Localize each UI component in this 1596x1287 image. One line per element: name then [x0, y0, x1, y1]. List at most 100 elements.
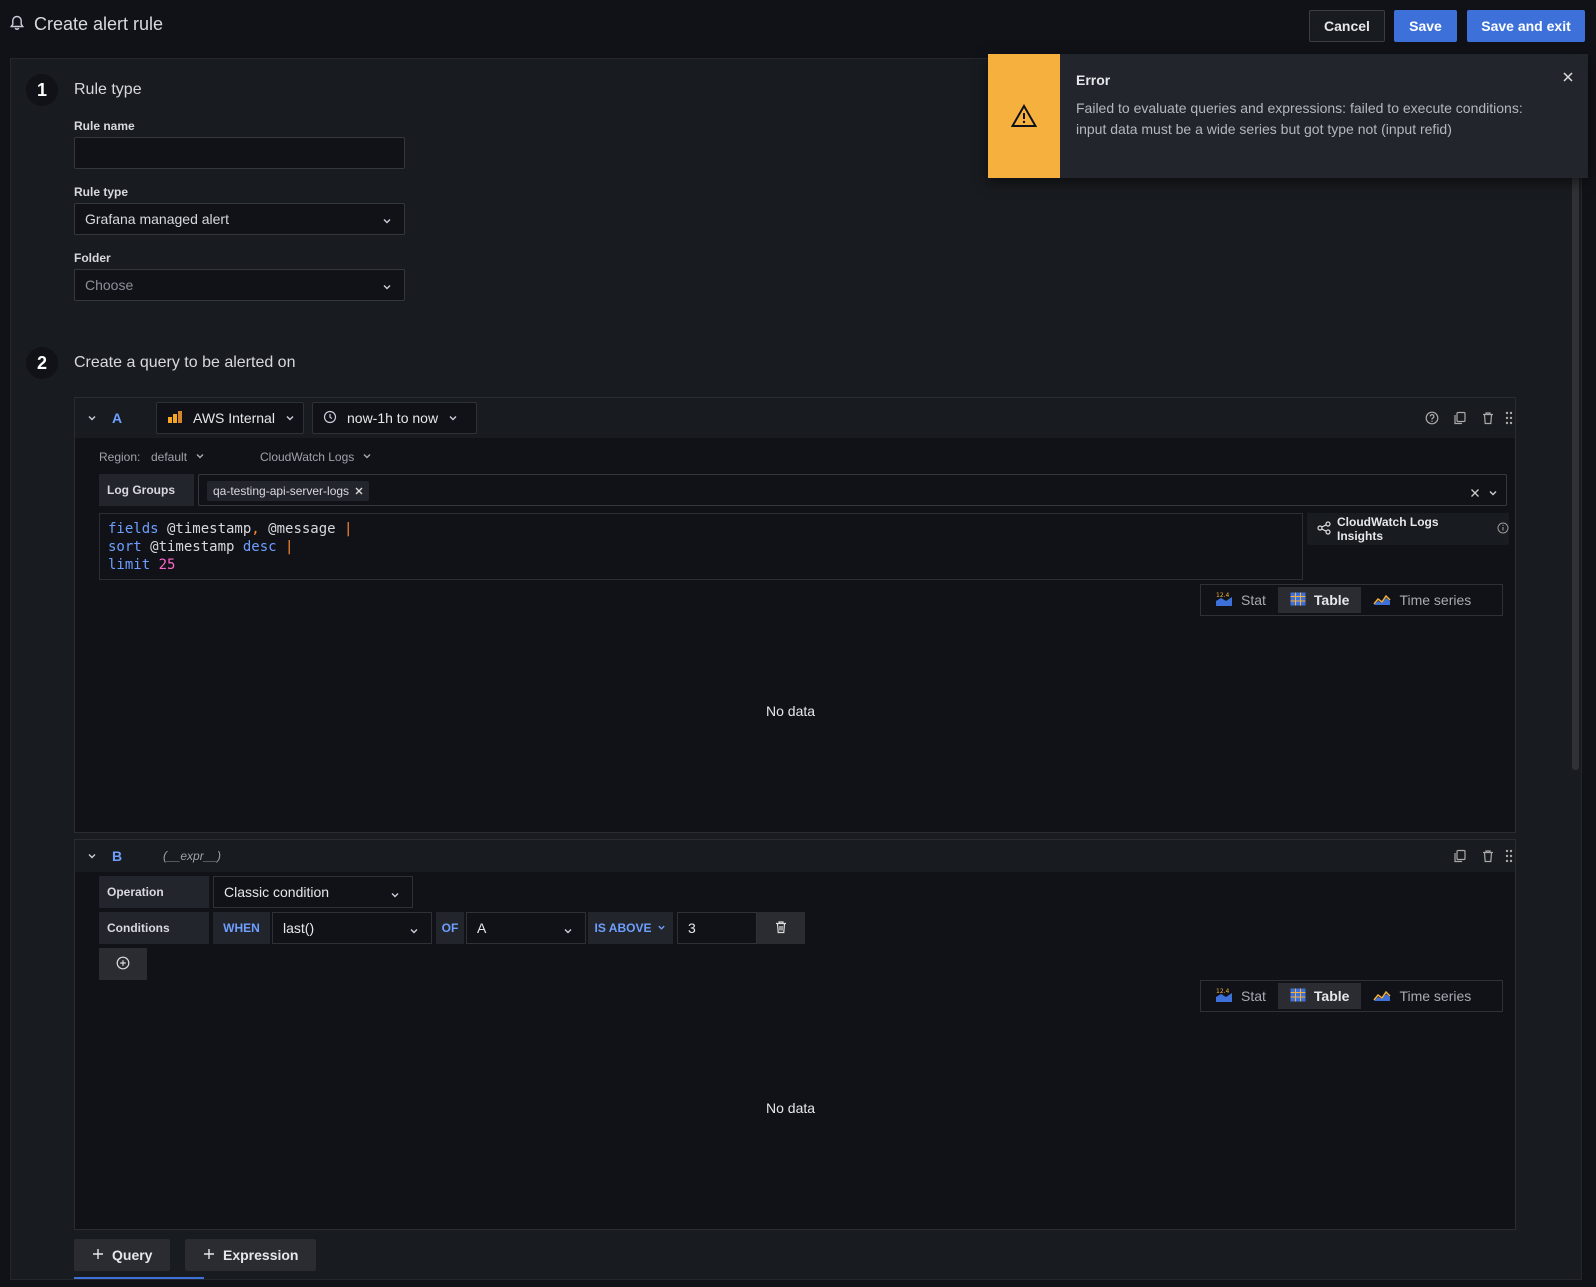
table-icon: [1290, 988, 1306, 1005]
add-condition-button[interactable]: [99, 948, 147, 980]
region-value: default: [151, 450, 188, 464]
viz-table-option[interactable]: Table: [1277, 983, 1362, 1009]
viz-stat-label: Stat: [1241, 592, 1266, 608]
viz-stat-label: Stat: [1241, 988, 1266, 1004]
time-range-value: now-1h to now: [347, 410, 439, 426]
query-b-refid[interactable]: B: [112, 848, 122, 864]
code-text: @timestamp: [141, 539, 243, 555]
duplicate-icon[interactable]: [1451, 409, 1469, 427]
step-2-title: Create a query to be alerted on: [74, 354, 296, 371]
time-range-picker[interactable]: now-1h to now: [312, 402, 477, 434]
add-expression-button[interactable]: Expression: [185, 1239, 317, 1271]
folder-label: Folder: [74, 251, 111, 265]
log-groups-input[interactable]: qa-testing-api-server-logs: [198, 474, 1507, 506]
warning-icon: [988, 54, 1060, 178]
plus-circle-icon: [116, 956, 130, 973]
chevron-down-icon: [657, 921, 666, 935]
log-group-tag-label: qa-testing-api-server-logs: [213, 484, 350, 498]
collapse-chevron-icon[interactable]: [83, 847, 101, 865]
cancel-button[interactable]: Cancel: [1309, 10, 1385, 42]
reducer-value: last(): [283, 920, 315, 936]
tab-indicator: [74, 1277, 204, 1279]
chevron-down-icon: [285, 410, 295, 426]
insights-link[interactable]: CloudWatch Logs Insights: [1307, 513, 1509, 545]
query-editor[interactable]: fields @timestamp, @message | sort @time…: [99, 513, 1303, 580]
folder-select[interactable]: Choose: [74, 269, 405, 301]
add-query-button[interactable]: Query: [74, 1239, 171, 1271]
reducer-select[interactable]: last(): [272, 912, 432, 944]
code-pipe: |: [344, 521, 353, 537]
code-keyword: limit: [108, 557, 151, 573]
table-icon: [1290, 592, 1306, 609]
scrollbar[interactable]: [1572, 170, 1579, 770]
add-expression-label: Expression: [223, 1247, 299, 1263]
query-b-header: [75, 840, 1515, 872]
help-icon[interactable]: [1423, 409, 1441, 427]
viz-stat-option[interactable]: 12.4 Stat: [1203, 587, 1278, 613]
remove-condition-button[interactable]: [757, 912, 805, 944]
clear-icon[interactable]: [1470, 485, 1480, 501]
trash-icon[interactable]: [1479, 409, 1497, 427]
chevron-down-icon[interactable]: [1488, 485, 1498, 501]
datasource-picker[interactable]: AWS Internal: [156, 402, 304, 434]
info-icon: [1497, 522, 1509, 537]
region-label: Region:: [99, 450, 141, 464]
step-1-number: 1: [26, 74, 58, 106]
viz-stat-option[interactable]: 12.4 Stat: [1203, 983, 1278, 1009]
step-1-title: Rule type: [74, 81, 142, 98]
rule-name-label: Rule name: [74, 119, 135, 133]
code-number: 25: [158, 557, 176, 573]
query-ref-select[interactable]: A: [466, 912, 586, 944]
save-button[interactable]: Save: [1394, 10, 1457, 42]
log-group-tag: qa-testing-api-server-logs: [207, 481, 370, 501]
chevron-down-icon: [382, 279, 392, 295]
close-icon[interactable]: [1562, 70, 1574, 86]
save-and-exit-button[interactable]: Save and exit: [1467, 10, 1585, 42]
code-keyword: desc: [242, 539, 277, 555]
stat-icon: 12.4: [1215, 987, 1233, 1006]
viz-timeseries-option[interactable]: Time series: [1361, 983, 1483, 1009]
region-select[interactable]: default: [151, 450, 205, 464]
viz-switch-b: 12.4 Stat Table Time series: [1200, 980, 1503, 1012]
chevron-down-icon: [195, 450, 205, 464]
timeseries-icon: [1373, 988, 1391, 1005]
toast-title: Error: [1076, 72, 1111, 88]
expr-label: (__expr__): [163, 849, 222, 863]
code-text: @timestamp: [158, 521, 252, 537]
rule-type-select[interactable]: Grafana managed alert: [74, 203, 405, 235]
viz-timeseries-option[interactable]: Time series: [1361, 587, 1483, 613]
threshold-input[interactable]: 3: [677, 912, 757, 944]
chevron-down-icon: [409, 923, 419, 939]
evaluator-label: IS ABOVE: [594, 921, 652, 935]
evaluator-select[interactable]: IS ABOVE: [588, 912, 673, 944]
remove-tag-icon[interactable]: [355, 484, 363, 498]
viz-table-option[interactable]: Table: [1277, 587, 1362, 613]
trash-icon[interactable]: [1479, 847, 1497, 865]
service-select[interactable]: CloudWatch Logs: [260, 450, 372, 464]
duplicate-icon[interactable]: [1451, 847, 1469, 865]
chevron-down-icon: [362, 450, 372, 464]
drag-handle-icon[interactable]: [1500, 847, 1518, 865]
alert-rule-form: 1 Rule type Rule name Rule type Grafana …: [10, 58, 1582, 1280]
log-groups-label: Log Groups: [99, 474, 194, 506]
plus-icon: [92, 1247, 104, 1263]
collapse-chevron-icon[interactable]: [83, 409, 101, 427]
rule-name-input[interactable]: [74, 137, 405, 169]
operation-select[interactable]: Classic condition: [213, 876, 413, 908]
timeseries-icon: [1373, 592, 1391, 609]
stat-icon: 12.4: [1215, 591, 1233, 610]
rule-type-label: Rule type: [74, 185, 129, 199]
svg-text:12.4: 12.4: [1216, 592, 1230, 599]
viz-table-label: Table: [1313, 592, 1350, 608]
query-a-refid[interactable]: A: [112, 410, 122, 426]
insights-label: CloudWatch Logs Insights: [1337, 515, 1439, 543]
threshold-value: 3: [688, 920, 696, 936]
operation-label: Operation: [99, 876, 209, 908]
chevron-down-icon: [390, 887, 400, 903]
of-keyword: OF: [436, 912, 464, 944]
viz-timeseries-label: Time series: [1399, 592, 1472, 608]
code-keyword: fields: [108, 521, 159, 537]
viz-switch-a: 12.4 Stat Table Time series: [1200, 584, 1503, 616]
chevron-down-icon: [563, 923, 573, 939]
drag-handle-icon[interactable]: [1500, 409, 1518, 427]
